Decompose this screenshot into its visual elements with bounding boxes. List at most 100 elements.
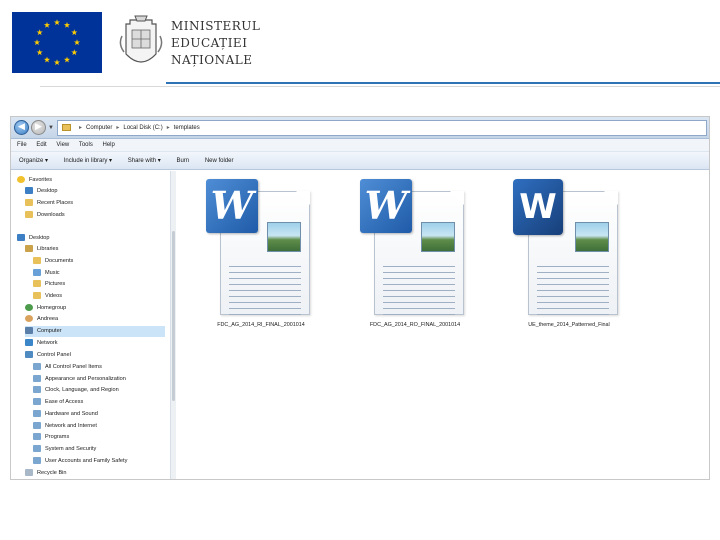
address-bar: ◀ ▶ ▼ ▸ Computer ▸ Local Disk (C:) ▸ template… bbox=[11, 117, 709, 139]
nav-label: Pictures bbox=[45, 281, 66, 287]
menu-tools[interactable]: Tools bbox=[79, 142, 93, 148]
nav-item-cp-appearance[interactable]: Appearance and Personalization bbox=[33, 374, 126, 385]
nav-item-music[interactable]: Music bbox=[33, 268, 60, 279]
word-doc-icon: W bbox=[206, 179, 258, 233]
nav-item-cp-all[interactable]: All Control Panel Items bbox=[33, 362, 102, 373]
navigation-scrollbar[interactable] bbox=[171, 171, 176, 479]
explorer-window: ◀ ▶ ▼ ▸ Computer ▸ Local Disk (C:) ▸ template… bbox=[10, 116, 710, 480]
word-doc-icon: W bbox=[360, 179, 412, 233]
include-in-library-button[interactable]: Include in library ▾ bbox=[64, 152, 112, 170]
ministry-line: EDUCAȚIEI bbox=[171, 36, 248, 50]
back-arrow-icon: ◀ bbox=[18, 122, 25, 132]
breadcrumb-disk[interactable]: Local Disk (C:) bbox=[123, 125, 162, 131]
breadcrumb-folder[interactable]: templates bbox=[174, 125, 200, 131]
file-name: FDC_AG_2014_RI_FINAL_2001014 bbox=[217, 322, 305, 328]
star-icon bbox=[17, 176, 25, 184]
nav-item-videos[interactable]: Videos bbox=[33, 291, 62, 302]
nav-label: Andreea bbox=[37, 316, 59, 322]
nav-item-libraries[interactable]: Libraries bbox=[25, 244, 58, 255]
nav-label: User Accounts and Family Safety bbox=[45, 458, 128, 464]
chevron-right-icon[interactable]: ▸ bbox=[167, 125, 170, 131]
address-input[interactable]: ▸ Computer ▸ Local Disk (C:) ▸ templates bbox=[57, 120, 707, 136]
text-lines bbox=[383, 266, 455, 320]
nav-item-desktop-fav[interactable]: Desktop bbox=[25, 186, 58, 197]
nav-item-recycle-bin[interactable]: Recycle Bin bbox=[25, 468, 67, 479]
nav-label: Hardware and Sound bbox=[45, 411, 98, 417]
libraries-icon bbox=[25, 245, 33, 253]
downloads-icon bbox=[25, 211, 33, 219]
new-folder-button[interactable]: New folder bbox=[205, 152, 234, 170]
nav-item-cp-system[interactable]: System and Security bbox=[33, 444, 96, 455]
folder-icon bbox=[62, 123, 71, 131]
chevron-right-icon[interactable]: ▸ bbox=[79, 125, 82, 131]
nav-label: Network and Internet bbox=[45, 423, 97, 429]
programs-icon bbox=[33, 433, 41, 441]
landscape-picture-icon bbox=[575, 222, 609, 252]
forward-button[interactable]: ▶ bbox=[31, 120, 46, 135]
page-fold bbox=[450, 191, 464, 205]
nav-label: Clock, Language, and Region bbox=[45, 387, 119, 393]
history-dropdown-icon[interactable]: ▼ bbox=[48, 125, 54, 131]
ministry-line: NAȚIONALE bbox=[171, 53, 253, 67]
desktop-icon bbox=[17, 234, 25, 242]
network-icon bbox=[25, 339, 33, 347]
menu-file[interactable]: File bbox=[17, 142, 27, 148]
nav-item-documents[interactable]: Documents bbox=[33, 256, 73, 267]
file-item[interactable]: W FDC_AG_2014_RI_FINAL_2001014 bbox=[191, 179, 331, 339]
nav-item-cp-hardware[interactable]: Hardware and Sound bbox=[33, 409, 98, 420]
menu-view[interactable]: View bbox=[56, 142, 69, 148]
nav-item-cp-programs[interactable]: Programs bbox=[33, 432, 69, 443]
appearance-icon bbox=[33, 375, 41, 383]
recycle-bin-icon bbox=[25, 469, 33, 477]
nav-label: Favorites bbox=[29, 177, 53, 183]
menu-help[interactable]: Help bbox=[103, 142, 115, 148]
back-button[interactable]: ◀ bbox=[14, 120, 29, 135]
menu-edit[interactable]: Edit bbox=[36, 142, 46, 148]
breadcrumb-computer[interactable]: Computer bbox=[86, 125, 112, 131]
burn-button[interactable]: Burn bbox=[176, 152, 189, 170]
nav-item-favorites[interactable]: Favorites bbox=[17, 175, 52, 186]
nav-item-andreea[interactable]: Andreea bbox=[25, 314, 58, 325]
nav-item-computer[interactable]: Computer bbox=[25, 326, 165, 337]
nav-label: Ease of Access bbox=[45, 399, 84, 405]
nav-label: Libraries bbox=[37, 246, 59, 252]
text-lines bbox=[229, 266, 301, 320]
chevron-right-icon[interactable]: ▸ bbox=[116, 125, 119, 131]
system-security-icon bbox=[33, 445, 41, 453]
clock-icon bbox=[33, 386, 41, 394]
nav-item-network[interactable]: Network bbox=[25, 338, 58, 349]
file-item[interactable]: W FDC_AG_2014_RO_FINAL_2001014 bbox=[345, 179, 485, 339]
nav-label: Control Panel bbox=[37, 352, 71, 358]
music-icon bbox=[33, 269, 41, 277]
videos-icon bbox=[33, 292, 41, 300]
nav-label: Downloads bbox=[37, 212, 65, 218]
scrollbar-thumb[interactable] bbox=[172, 231, 175, 401]
nav-item-recent-places[interactable]: Recent Places bbox=[25, 198, 73, 209]
nav-label: Desktop bbox=[37, 188, 58, 194]
share-with-button[interactable]: Share with ▾ bbox=[128, 152, 161, 170]
nav-item-homegroup[interactable]: Homegroup bbox=[25, 303, 66, 314]
nav-item-control-panel[interactable]: Control Panel bbox=[25, 350, 71, 361]
nav-item-downloads[interactable]: Downloads bbox=[25, 210, 65, 221]
ministry-name: MINISTERUL EDUCAȚIEI NAȚIONALE bbox=[171, 18, 260, 69]
nav-item-cp-network[interactable]: Network and Internet bbox=[33, 421, 97, 432]
nav-item-pictures[interactable]: Pictures bbox=[33, 279, 65, 290]
user-icon bbox=[25, 315, 33, 323]
nav-item-desktop[interactable]: Desktop bbox=[17, 233, 50, 244]
header-divider bbox=[166, 82, 720, 84]
file-item[interactable]: W UE_theme_2014_Patterned_Final bbox=[499, 179, 639, 339]
nav-item-cp-ease[interactable]: Ease of Access bbox=[33, 397, 83, 408]
file-name: FDC_AG_2014_RO_FINAL_2001014 bbox=[369, 322, 461, 328]
organize-button[interactable]: Organize ▾ bbox=[19, 152, 48, 170]
word-docx-icon: W bbox=[513, 179, 563, 235]
eu-flag-icon bbox=[12, 12, 102, 73]
nav-item-cp-clock[interactable]: Clock, Language, and Region bbox=[33, 385, 119, 396]
nav-label: Recycle Bin bbox=[37, 470, 67, 476]
landscape-picture-icon bbox=[267, 222, 301, 252]
nav-label: System and Security bbox=[45, 446, 97, 452]
forward-arrow-icon: ▶ bbox=[35, 122, 42, 132]
control-panel-icon bbox=[25, 351, 33, 359]
nav-label: Computer bbox=[37, 328, 62, 334]
nav-item-cp-users[interactable]: User Accounts and Family Safety bbox=[33, 456, 127, 467]
pictures-icon bbox=[33, 280, 41, 288]
